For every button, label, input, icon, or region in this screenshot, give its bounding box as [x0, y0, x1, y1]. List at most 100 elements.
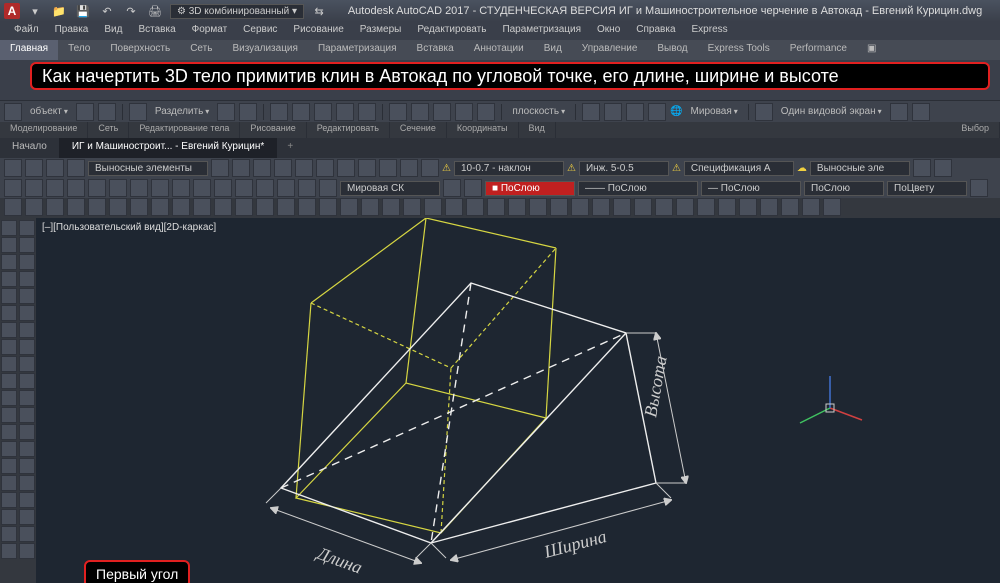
ts-13[interactable]	[256, 198, 274, 216]
panel-draw[interactable]: Рисование	[240, 122, 306, 138]
ribbon-btn-10[interactable]	[389, 103, 407, 121]
ts-28[interactable]	[571, 198, 589, 216]
bylayer-tr-dropdown[interactable]: ПоСлою	[804, 181, 884, 196]
ts-32[interactable]	[655, 198, 673, 216]
menu-express[interactable]: Express	[684, 22, 736, 40]
break-tool-icon[interactable]	[19, 458, 35, 474]
pb-btn-5[interactable]	[211, 159, 229, 177]
ribbon-split-icon[interactable]	[129, 103, 147, 121]
tab-param[interactable]: Параметризация	[308, 40, 407, 60]
ribbon-btn-2[interactable]	[98, 103, 116, 121]
tab-extra[interactable]: ▣	[857, 40, 886, 60]
panel-coord[interactable]: Координаты	[447, 122, 519, 138]
ucs-icon[interactable]	[790, 368, 870, 448]
bylayer-lt-dropdown[interactable]: —— ПоСлою	[578, 181, 698, 196]
tab-manage[interactable]: Управление	[572, 40, 648, 60]
ellipse-tool-icon[interactable]	[1, 305, 17, 321]
ribbon-btn-5[interactable]	[270, 103, 288, 121]
rotate-tool-icon[interactable]	[19, 254, 35, 270]
ribbon-btn-8[interactable]	[336, 103, 354, 121]
tab-surface[interactable]: Поверхность	[100, 40, 180, 60]
ts-2[interactable]	[25, 198, 43, 216]
ts-6[interactable]	[109, 198, 127, 216]
bylayer-lw-dropdown[interactable]: — ПоСлою	[701, 181, 801, 196]
ribbon-btn-20[interactable]	[890, 103, 908, 121]
menu-file[interactable]: Файл	[6, 22, 47, 40]
tab-visual[interactable]: Визуализация	[222, 40, 307, 60]
ribbon-btn-4[interactable]	[239, 103, 257, 121]
doc-tab-add[interactable]: +	[277, 138, 303, 158]
tab-perf[interactable]: Performance	[780, 40, 857, 60]
ts-24[interactable]	[487, 198, 505, 216]
lb-btn-6[interactable]	[109, 179, 127, 197]
viewport-label[interactable]: [–][Пользовательский вид][2D-каркас]	[42, 222, 216, 233]
wipeout-tool-icon[interactable]	[1, 509, 17, 525]
pb-btn-9[interactable]	[295, 159, 313, 177]
panel-section[interactable]: Сечение	[390, 122, 447, 138]
panel-select[interactable]: Выбор	[951, 122, 1000, 138]
ts-16[interactable]	[319, 198, 337, 216]
helix-tool-icon[interactable]	[1, 441, 17, 457]
pb-btn-8[interactable]	[274, 159, 292, 177]
tab-insert[interactable]: Вставка	[407, 40, 464, 60]
refs-dropdown[interactable]: Выносные элементы	[88, 161, 208, 176]
tab-annot[interactable]: Аннотации	[464, 40, 534, 60]
ts-37[interactable]	[760, 198, 778, 216]
tool-20[interactable]	[1, 543, 17, 559]
qa-undo-icon[interactable]: ↶	[98, 2, 116, 20]
ts-20[interactable]	[403, 198, 421, 216]
extend-tool-icon[interactable]	[19, 322, 35, 338]
text-tool-icon[interactable]	[1, 339, 17, 355]
pb-btn-11[interactable]	[337, 159, 355, 177]
menu-help[interactable]: Справка	[628, 22, 683, 40]
ts-23[interactable]	[466, 198, 484, 216]
ribbon-btn-12[interactable]	[433, 103, 451, 121]
fillet-tool-icon[interactable]	[19, 339, 35, 355]
refs2-dropdown[interactable]: Выносные эле	[810, 161, 910, 176]
menu-modify[interactable]: Редактировать	[409, 22, 494, 40]
ts-31[interactable]	[634, 198, 652, 216]
spec-dropdown[interactable]: Спецификация А	[684, 161, 794, 176]
ts-39[interactable]	[802, 198, 820, 216]
lb-btn-1[interactable]	[4, 179, 22, 197]
menu-format[interactable]: Формат	[184, 22, 236, 40]
ts-27[interactable]	[550, 198, 568, 216]
chamfer-tool-icon[interactable]	[19, 356, 35, 372]
explode-tool-icon[interactable]	[19, 424, 35, 440]
panel-modeling[interactable]: Моделирование	[0, 122, 88, 138]
spline-tool-icon[interactable]	[1, 475, 17, 491]
drawing-canvas[interactable]: [–][Пользовательский вид][2D-каркас] Пер…	[36, 218, 1000, 583]
qa-save-icon[interactable]: 💾	[74, 2, 92, 20]
qa-new-icon[interactable]: ▾	[26, 2, 44, 20]
table-tool-icon[interactable]	[1, 424, 17, 440]
ts-10[interactable]	[193, 198, 211, 216]
ts-8[interactable]	[151, 198, 169, 216]
tab-view[interactable]: Вид	[534, 40, 572, 60]
ribbon-btn-1[interactable]	[76, 103, 94, 121]
pb-btn-15[interactable]	[421, 159, 439, 177]
ribbon-btn-11[interactable]	[411, 103, 429, 121]
3dpoly-tool-icon[interactable]	[1, 526, 17, 542]
pb-btn-14[interactable]	[400, 159, 418, 177]
workspace-selector[interactable]: ⚙ 3D комбинированный ▾	[170, 4, 304, 19]
ts-12[interactable]	[235, 198, 253, 216]
ribbon-viewport[interactable]: Один видовой экран	[777, 106, 886, 117]
pb-btn-4[interactable]	[67, 159, 85, 177]
pb-btn-2[interactable]	[25, 159, 43, 177]
ribbon-btn-3[interactable]	[217, 103, 235, 121]
lb-btn-12[interactable]	[235, 179, 253, 197]
ts-21[interactable]	[424, 198, 442, 216]
ribbon-btn-15[interactable]	[582, 103, 600, 121]
menu-edit[interactable]: Правка	[47, 22, 97, 40]
ribbon-btn-17[interactable]	[626, 103, 644, 121]
donut-tool-icon[interactable]	[1, 458, 17, 474]
join-tool-icon[interactable]	[19, 475, 35, 491]
eng-dropdown[interactable]: Инж. 5-0.5	[579, 161, 669, 176]
pb-btn-3[interactable]	[46, 159, 64, 177]
dim-tool-icon[interactable]	[1, 356, 17, 372]
lengthen-tool-icon[interactable]	[19, 509, 35, 525]
menu-dim[interactable]: Размеры	[352, 22, 410, 40]
point-tool-icon[interactable]	[1, 390, 17, 406]
panel-mesh[interactable]: Сеть	[88, 122, 129, 138]
lb-btn-15[interactable]	[298, 179, 316, 197]
